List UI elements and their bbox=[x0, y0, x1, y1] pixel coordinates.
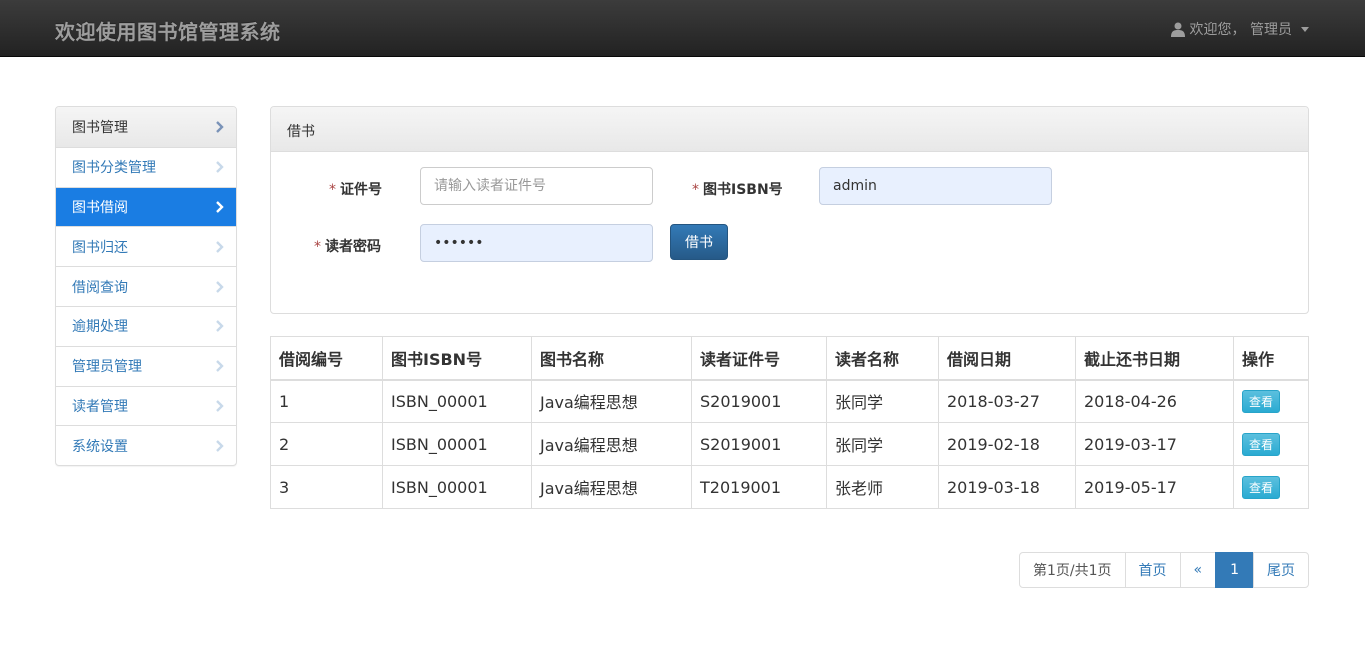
table-row: 1 ISBN_00001 Java编程思想 S2019001 张同学 2018-… bbox=[270, 379, 1309, 423]
cell-due-date: 2018-04-26 bbox=[1075, 379, 1234, 423]
cell-id: 1 bbox=[270, 379, 383, 423]
sidebar-item-label: 管理员管理 bbox=[72, 359, 142, 376]
card-number-label: * 证件号 bbox=[329, 182, 382, 198]
required-mark: * bbox=[329, 182, 336, 198]
sidebar-item-label: 图书分类管理 bbox=[72, 160, 156, 177]
chevron-right-icon bbox=[216, 121, 224, 133]
sidebar-item-overdue[interactable]: 逾期处理 bbox=[56, 305, 236, 346]
caret-down-icon bbox=[1301, 26, 1309, 32]
column-header: 借阅编号 bbox=[270, 336, 383, 381]
chevron-right-icon bbox=[216, 320, 224, 333]
required-mark: * bbox=[692, 182, 699, 198]
reader-password-label: * 读者密码 bbox=[314, 239, 381, 255]
sidebar-item-book-management[interactable]: 图书管理 bbox=[56, 107, 236, 147]
borrow-records-table: 借阅编号 图书ISBN号 图书名称 读者证件号 读者名称 借阅日期 截止还书日期… bbox=[270, 336, 1309, 509]
table-row: 3 ISBN_00001 Java编程思想 T2019001 张老师 2019-… bbox=[270, 465, 1309, 509]
cell-book-name: Java编程思想 bbox=[531, 379, 692, 423]
cell-isbn: ISBN_00001 bbox=[382, 465, 532, 509]
column-header: 图书名称 bbox=[531, 336, 692, 381]
current-page-link[interactable]: 1 bbox=[1215, 552, 1254, 588]
chevron-right-icon bbox=[216, 280, 224, 293]
sidebar-item-borrow[interactable]: 图书借阅 bbox=[56, 186, 236, 227]
cell-due-date: 2019-03-17 bbox=[1075, 422, 1234, 466]
sidebar-item-label: 读者管理 bbox=[72, 398, 128, 415]
cell-action: 查看 bbox=[1233, 379, 1309, 423]
pagination: 第1页/共1页 首页 « 1 尾页 bbox=[1018, 552, 1309, 588]
cell-id: 3 bbox=[270, 465, 383, 509]
sidebar-item-system-settings[interactable]: 系统设置 bbox=[56, 425, 236, 465]
chevron-right-icon bbox=[216, 439, 224, 452]
cell-isbn: ISBN_00001 bbox=[382, 379, 532, 423]
card-number-input[interactable] bbox=[420, 167, 653, 205]
cell-reader: 张同学 bbox=[826, 422, 939, 466]
sidebar-item-borrow-query[interactable]: 借阅查询 bbox=[56, 266, 236, 306]
page-info: 第1页/共1页 bbox=[1018, 552, 1126, 588]
cell-isbn: ISBN_00001 bbox=[382, 422, 532, 466]
top-navbar: 欢迎使用图书馆管理系统 欢迎您， 管理员 bbox=[0, 0, 1365, 57]
view-button[interactable]: 查看 bbox=[1242, 389, 1281, 413]
sidebar-item-category-management[interactable]: 图书分类管理 bbox=[56, 146, 236, 187]
chevron-right-icon bbox=[216, 201, 224, 213]
borrow-button[interactable]: 借书 bbox=[670, 224, 728, 260]
column-header: 截止还书日期 bbox=[1075, 336, 1234, 381]
reader-password-input[interactable] bbox=[420, 224, 653, 262]
cell-book-name: Java编程思想 bbox=[531, 422, 692, 466]
sidebar-item-label: 逾期处理 bbox=[72, 319, 128, 336]
user-dropdown[interactable]: 欢迎您， 管理员 bbox=[1170, 19, 1309, 39]
cell-due-date: 2019-05-17 bbox=[1075, 465, 1234, 509]
cell-book-name: Java编程思想 bbox=[531, 465, 692, 509]
sidebar-item-label: 系统设置 bbox=[72, 438, 128, 455]
cell-card: T2019001 bbox=[691, 465, 827, 509]
first-page-link[interactable]: 首页 bbox=[1124, 552, 1181, 588]
sidebar-nav: 图书管理 图书分类管理 图书借阅 图书归还 借阅查询 逾期处理 管理员管理 读者… bbox=[55, 106, 237, 467]
table-header-row: 借阅编号 图书ISBN号 图书名称 读者证件号 读者名称 借阅日期 截止还书日期… bbox=[270, 336, 1309, 381]
view-button[interactable]: 查看 bbox=[1242, 475, 1281, 499]
view-button[interactable]: 查看 bbox=[1242, 432, 1281, 456]
sidebar-item-label: 借阅查询 bbox=[72, 279, 128, 296]
cell-action: 查看 bbox=[1233, 422, 1309, 466]
app-title[interactable]: 欢迎使用图书馆管理系统 bbox=[55, 16, 281, 45]
sidebar-item-return[interactable]: 图书归还 bbox=[56, 226, 236, 266]
column-header: 读者证件号 bbox=[691, 336, 827, 381]
cell-reader: 张老师 bbox=[826, 465, 939, 509]
isbn-input[interactable] bbox=[819, 167, 1052, 205]
cell-borrow-date: 2019-02-18 bbox=[938, 422, 1076, 466]
prev-page-link[interactable]: « bbox=[1179, 552, 1217, 588]
cell-borrow-date: 2018-03-27 bbox=[938, 379, 1076, 423]
chevron-right-icon bbox=[216, 240, 224, 253]
sidebar-item-label: 图书借阅 bbox=[72, 199, 128, 216]
column-header: 操作 bbox=[1233, 336, 1309, 381]
table-row: 2 ISBN_00001 Java编程思想 S2019001 张同学 2019-… bbox=[270, 422, 1309, 466]
required-mark: * bbox=[314, 239, 321, 255]
cell-borrow-date: 2019-03-18 bbox=[938, 465, 1076, 509]
chevron-right-icon bbox=[216, 360, 224, 373]
last-page-link[interactable]: 尾页 bbox=[1253, 552, 1309, 588]
cell-card: S2019001 bbox=[691, 422, 827, 466]
borrow-panel: 借书 *证件号 *图书ISBN号 *读者密码 借书 bbox=[270, 106, 1309, 314]
isbn-label: * 图书ISBN号 bbox=[692, 182, 783, 198]
sidebar-item-label: 图书管理 bbox=[72, 119, 128, 136]
user-icon bbox=[1170, 22, 1185, 37]
sidebar-item-label: 图书归还 bbox=[72, 239, 128, 256]
sidebar-item-admin-management[interactable]: 管理员管理 bbox=[56, 345, 236, 386]
column-header: 读者名称 bbox=[826, 336, 939, 381]
panel-title: 借书 bbox=[271, 107, 1308, 152]
cell-card: S2019001 bbox=[691, 379, 827, 423]
user-greeting: 欢迎您， 管理员 bbox=[1189, 22, 1292, 38]
chevron-right-icon bbox=[216, 161, 224, 174]
cell-reader: 张同学 bbox=[826, 379, 939, 423]
column-header: 图书ISBN号 bbox=[382, 336, 532, 381]
cell-id: 2 bbox=[270, 422, 383, 466]
chevron-right-icon bbox=[216, 400, 224, 412]
cell-action: 查看 bbox=[1233, 465, 1309, 509]
sidebar-item-reader-management[interactable]: 读者管理 bbox=[56, 385, 236, 426]
column-header: 借阅日期 bbox=[938, 336, 1076, 381]
